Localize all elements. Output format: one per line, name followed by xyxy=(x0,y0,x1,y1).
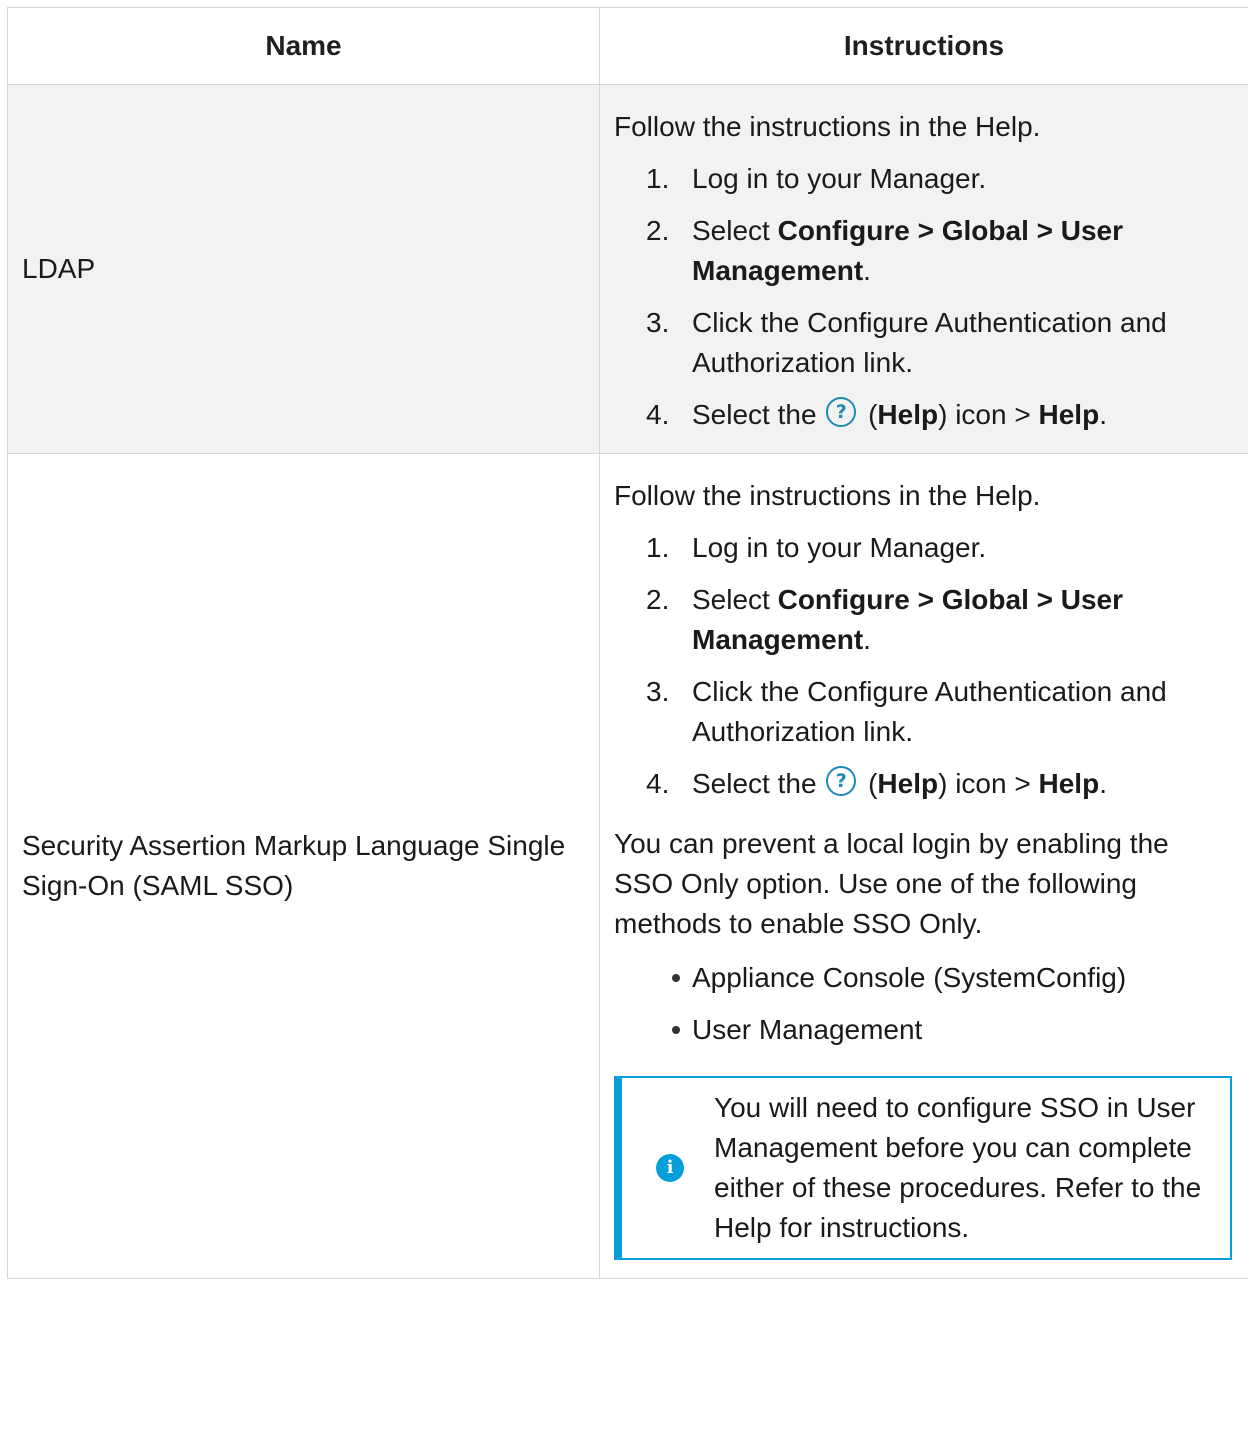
step-number: 1. xyxy=(646,163,670,194)
step-item: 1. Log in to your Manager. xyxy=(614,159,1234,199)
step-item: 3. Click the Configure Authentication an… xyxy=(614,303,1234,383)
procedures-table: Name Instructions LDAP Follow the instru… xyxy=(7,7,1248,1279)
paren-open: ( xyxy=(860,399,878,430)
intro-text: Follow the instructions in the Help. xyxy=(614,480,1041,511)
step-text: Log in to your Manager. xyxy=(692,532,987,563)
help-menu-label: Help xyxy=(1038,768,1100,799)
table-header-row: Name Instructions xyxy=(7,7,1248,85)
list-item: Appliance Console (SystemConfig) xyxy=(614,958,1234,998)
step-text: Log in to your Manager. xyxy=(692,163,987,194)
step-text-mid: ) icon > xyxy=(938,768,1039,799)
help-label: Help xyxy=(877,399,939,430)
step-number: 4. xyxy=(646,768,670,799)
instructions-cell-saml-sso: Follow the instructions in the Help. 1. … xyxy=(599,453,1248,1279)
step-text: Click the Configure Authentication and A… xyxy=(692,676,1167,747)
step-number: 1. xyxy=(646,532,670,563)
step-text-pre: Select xyxy=(692,215,778,246)
step-text-pre: Select the xyxy=(692,768,825,799)
note-text: You will need to configure SSO in User M… xyxy=(714,1092,1202,1243)
step-text-post: . xyxy=(1099,399,1107,430)
step-text-post: . xyxy=(863,255,871,286)
step-number: 3. xyxy=(646,307,670,338)
sso-only-paragraph: You can prevent a local login by enablin… xyxy=(614,828,1169,939)
step-item: 4. Select the ? (Help) icon > Help. xyxy=(614,395,1234,435)
step-text-post: . xyxy=(863,624,871,655)
step-number: 2. xyxy=(646,584,670,615)
help-question-icon: ? xyxy=(826,766,857,796)
step-number: 2. xyxy=(646,215,670,246)
step-text-post: . xyxy=(1099,768,1107,799)
header-name: Name xyxy=(7,7,600,85)
methods-list: Appliance Console (SystemConfig) User Ma… xyxy=(614,958,1234,1050)
info-icon: i xyxy=(656,1154,684,1182)
help-label: Help xyxy=(877,768,939,799)
paren-open: ( xyxy=(860,768,878,799)
bullet-icon xyxy=(672,1026,680,1034)
step-item: 1. Log in to your Manager. xyxy=(614,528,1234,568)
help-question-icon: ? xyxy=(826,397,857,427)
step-text-pre: Select xyxy=(692,584,778,615)
steps-list: 1. Log in to your Manager. 2. Select Con… xyxy=(614,528,1234,804)
step-item: 2. Select Configure > Global > User Mana… xyxy=(614,580,1234,660)
step-text: Click the Configure Authentication and A… xyxy=(692,307,1167,378)
help-menu-label: Help xyxy=(1038,399,1100,430)
step-number: 4. xyxy=(646,399,670,430)
list-item-text: User Management xyxy=(692,1014,923,1045)
step-text-pre: Select the xyxy=(692,399,825,430)
step-item: 3. Click the Configure Authentication an… xyxy=(614,672,1234,752)
step-number: 3. xyxy=(646,676,670,707)
table-row-saml-sso: Security Assertion Markup Language Singl… xyxy=(7,453,1248,1279)
intro-text: Follow the instructions in the Help. xyxy=(614,111,1041,142)
name-cell-saml-sso: Security Assertion Markup Language Singl… xyxy=(7,453,600,1279)
step-text-mid: ) icon > xyxy=(938,399,1039,430)
instructions-cell-ldap: Follow the instructions in the Help. 1. … xyxy=(599,84,1248,454)
bullet-icon xyxy=(672,974,680,982)
table-row-ldap: LDAP Follow the instructions in the Help… xyxy=(7,84,1248,454)
list-item-text: Appliance Console (SystemConfig) xyxy=(692,962,1127,993)
list-item: User Management xyxy=(614,1010,1234,1050)
steps-list: 1. Log in to your Manager. 2. Select Con… xyxy=(614,159,1234,435)
step-item: 4. Select the ? (Help) icon > Help. xyxy=(614,764,1234,804)
header-instructions: Instructions xyxy=(599,7,1248,85)
info-note: i You will need to configure SSO in User… xyxy=(614,1076,1232,1260)
step-item: 2. Select Configure > Global > User Mana… xyxy=(614,211,1234,291)
name-cell-ldap: LDAP xyxy=(7,84,600,454)
